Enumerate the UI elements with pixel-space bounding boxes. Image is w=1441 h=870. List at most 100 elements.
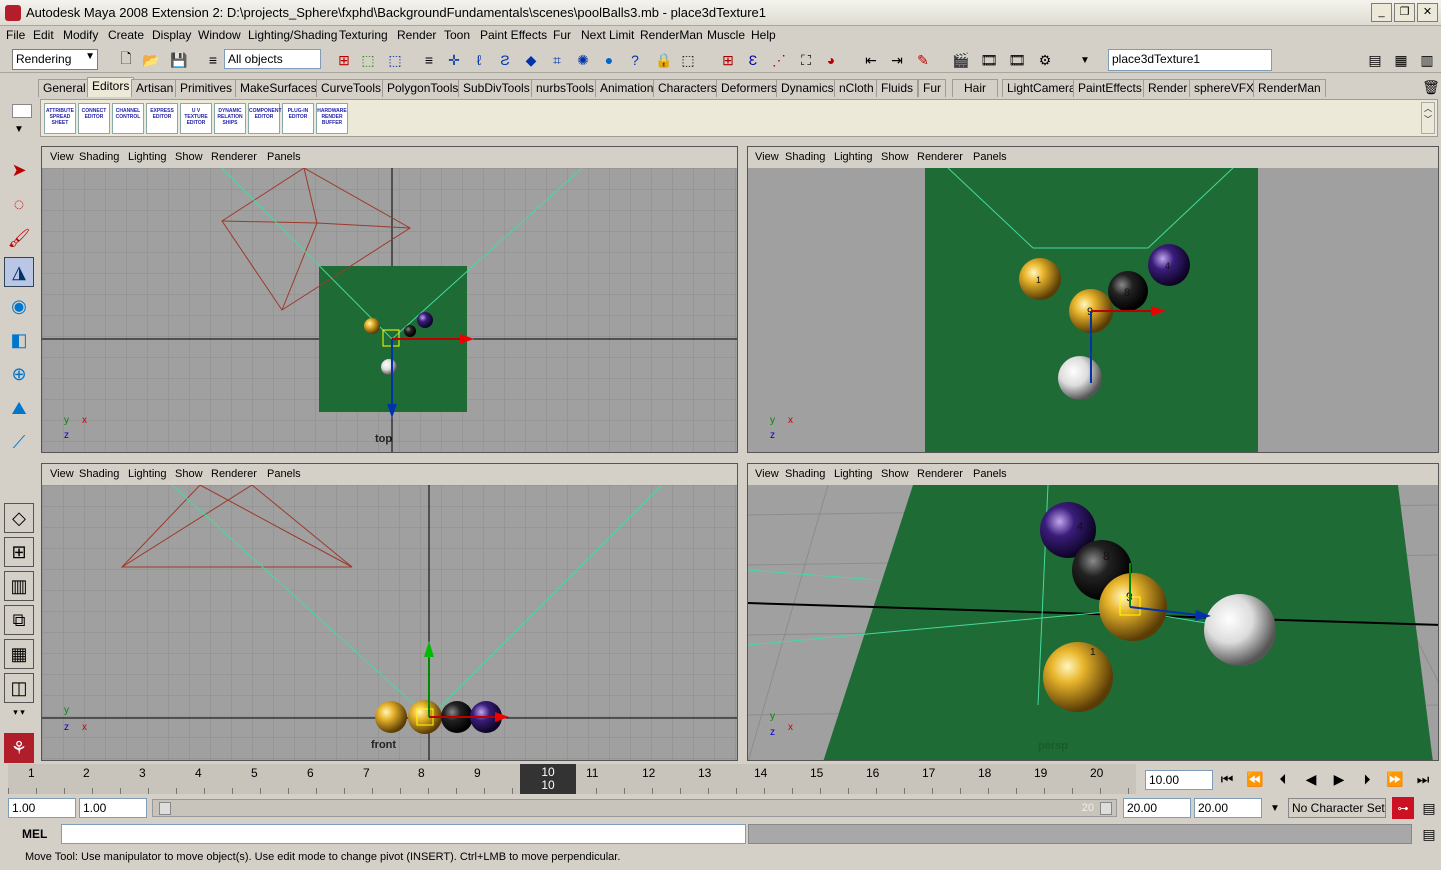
shelf-tab-dynamics[interactable]: Dynamics <box>776 79 839 97</box>
viewport-front[interactable]: front y z x <box>42 485 737 760</box>
layout-single-icon[interactable]: ◇ <box>4 503 34 533</box>
step-back-frame-icon[interactable]: ⏪ <box>1244 768 1266 790</box>
sidebar-toggle-icon[interactable]: ▤ <box>1364 49 1386 71</box>
character-set-field[interactable]: No Character Set <box>1288 798 1386 818</box>
panel-menu-shading[interactable]: Shading <box>79 151 119 163</box>
shelf-button-attribute-spreadsheet[interactable]: ATTRIBUTE SPREAD SHEET <box>44 103 76 134</box>
panel-menu-renderer[interactable]: Renderer <box>917 151 963 163</box>
panel-menu-lighting[interactable]: Lighting <box>834 151 873 163</box>
menu-texturing[interactable]: Texturing <box>339 28 388 42</box>
shelf-tab-hair[interactable]: Hair <box>952 79 998 97</box>
rendering-icon[interactable]: ● <box>598 49 620 71</box>
move-tool-icon[interactable]: ◮ <box>4 257 34 287</box>
panel-menu-shading[interactable]: Shading <box>785 468 825 480</box>
play-forward-icon[interactable]: ▶ <box>1328 768 1350 790</box>
lock-icon[interactable]: 🔒 <box>653 49 675 71</box>
rotate-tool-icon[interactable]: ◉ <box>4 291 34 321</box>
hypershade-icon[interactable]: ⚘ <box>4 733 34 763</box>
step-back-key-icon[interactable]: ⏴ <box>1272 768 1294 790</box>
ball-one[interactable] <box>364 318 380 334</box>
select-tool-icon[interactable]: ➤ <box>4 155 34 185</box>
panel-menu-view[interactable]: View <box>50 468 74 480</box>
panel-menu-show[interactable]: Show <box>175 468 203 480</box>
paint-select-tool-icon[interactable]: 🖌 <box>4 223 34 253</box>
panel-menu-lighting[interactable]: Lighting <box>128 151 167 163</box>
snap-live-icon[interactable]: ◕ <box>820 49 842 71</box>
panel-menu-view[interactable]: View <box>50 151 74 163</box>
shelf-button-connection-editor[interactable]: CONNECT EDITOR <box>78 103 110 134</box>
range-slider-handle-start[interactable] <box>159 802 171 815</box>
shelf-tab-polygontools[interactable]: PolygonTools <box>382 79 464 97</box>
command-input[interactable] <box>61 824 746 844</box>
current-time-marker[interactable]: 10 10 <box>520 764 576 794</box>
layout-four-icon[interactable]: ⊞ <box>4 537 34 567</box>
shelf-scroll-icon[interactable]: ︿ ﹀ <box>1421 102 1435 134</box>
shelf-button-hardware-render-buffer[interactable]: HARDWARE RENDER BUFFER <box>316 103 348 134</box>
shelf-tab-artisan[interactable]: Artisan <box>131 79 179 97</box>
cue-ball[interactable] <box>381 359 397 375</box>
shelf-tab-characters[interactable]: Characters <box>653 79 722 97</box>
panel-menu-panels[interactable]: Panels <box>267 468 301 480</box>
menu-muscle[interactable]: Muscle <box>707 28 745 42</box>
shelf-tab-render[interactable]: Render <box>1143 79 1193 97</box>
panel-menu-view[interactable]: View <box>755 468 779 480</box>
panel-menu-show[interactable]: Show <box>881 468 909 480</box>
outputs-icon[interactable]: ⇥ <box>886 49 908 71</box>
show-manipulator-icon[interactable]: ⟋ <box>4 427 34 457</box>
highlight-icon[interactable]: ⬚ <box>677 49 699 71</box>
panel-menu-lighting[interactable]: Lighting <box>128 468 167 480</box>
character-set-menu-icon[interactable]: ▼ <box>1264 797 1286 819</box>
shelf-button-dynamic-relationships[interactable]: DYNAMIC RELATION SHIPS <box>214 103 246 134</box>
input-line-menu-icon[interactable]: ▼ <box>1074 49 1096 71</box>
shelf-tab-fur[interactable]: Fur <box>918 79 946 97</box>
shelf-tab-lightcamera[interactable]: LightCamera <box>1002 79 1081 97</box>
shelf-button-channel-control[interactable]: CHANNEL CONTROL <box>112 103 144 134</box>
panel-menu-show[interactable]: Show <box>175 151 203 163</box>
panel-menu-panels[interactable]: Panels <box>973 151 1007 163</box>
render-frame-icon[interactable]: 🎞 <box>978 49 1000 71</box>
viewport-top[interactable]: top y x z <box>42 168 737 452</box>
deformations-icon[interactable]: ⌗ <box>546 49 568 71</box>
menu-toon[interactable]: Toon <box>444 28 470 42</box>
snap-grid-icon[interactable]: ⊞ <box>717 49 739 71</box>
shelf-tab-fluids[interactable]: Fluids <box>876 79 919 97</box>
shelf-tab-primitives[interactable]: Primitives <box>175 79 238 97</box>
menu-next-limit[interactable]: Next Limit <box>581 28 634 42</box>
select-object-icon[interactable]: ⬚ <box>357 49 379 71</box>
shelf-tab-editors[interactable]: Editors <box>87 77 135 97</box>
panel-menu-panels[interactable]: Panels <box>267 151 301 163</box>
panel-menu-shading[interactable]: Shading <box>785 151 825 163</box>
range-slider-handle-end[interactable] <box>1100 802 1112 815</box>
dynamics-icon[interactable]: ✺ <box>572 49 594 71</box>
shelf-button-expression-editor[interactable]: EXPRESS EDITOR <box>146 103 178 134</box>
panel-menu-panels[interactable]: Panels <box>973 468 1007 480</box>
trash-icon[interactable]: 🗑 <box>1420 76 1441 98</box>
shelf-menu-icon[interactable]: ▼ <box>14 124 24 135</box>
snap-curve-icon[interactable]: Ɛ <box>742 49 764 71</box>
shelf-button-plugin-editor[interactable]: PLUG-IN EDITOR <box>282 103 314 134</box>
go-to-end-icon[interactable]: ⏭ <box>1412 768 1434 790</box>
shelf-tab-painteffects[interactable]: PaintEffects <box>1073 79 1147 97</box>
universal-manip-icon[interactable]: ⊕ <box>4 359 34 389</box>
curves-icon[interactable]: Ƨ <box>494 49 516 71</box>
menu-render[interactable]: Render <box>397 28 436 42</box>
menu-create[interactable]: Create <box>108 28 144 42</box>
menu-fur[interactable]: Fur <box>553 28 571 42</box>
shelf-options-box[interactable] <box>12 104 32 118</box>
time-slider[interactable]: 1 2 3 4 5 6 7 8 9 10 10 11 12 13 14 15 1… <box>8 764 1136 794</box>
go-to-start-icon[interactable]: ⏮ <box>1216 768 1238 790</box>
ball-four[interactable] <box>417 312 433 328</box>
panel-menu-renderer[interactable]: Renderer <box>211 151 257 163</box>
menu-display[interactable]: Display <box>152 28 191 42</box>
ball-one[interactable] <box>1043 642 1113 712</box>
panel-menu-lighting[interactable]: Lighting <box>834 468 873 480</box>
shelf-tab-renderman[interactable]: RenderMan <box>1253 79 1326 97</box>
ball-one[interactable] <box>375 701 407 733</box>
soft-modification-icon[interactable]: ⛰ <box>4 393 34 423</box>
menu-help[interactable]: Help <box>751 28 776 42</box>
shelf-tab-spherevfx[interactable]: sphereVFX <box>1189 79 1260 97</box>
snap-point-icon[interactable]: ⋰ <box>768 49 790 71</box>
panel-menu-renderer[interactable]: Renderer <box>917 468 963 480</box>
new-scene-icon[interactable]: 🗋 <box>115 49 137 71</box>
panel-menu-shading[interactable]: Shading <box>79 468 119 480</box>
